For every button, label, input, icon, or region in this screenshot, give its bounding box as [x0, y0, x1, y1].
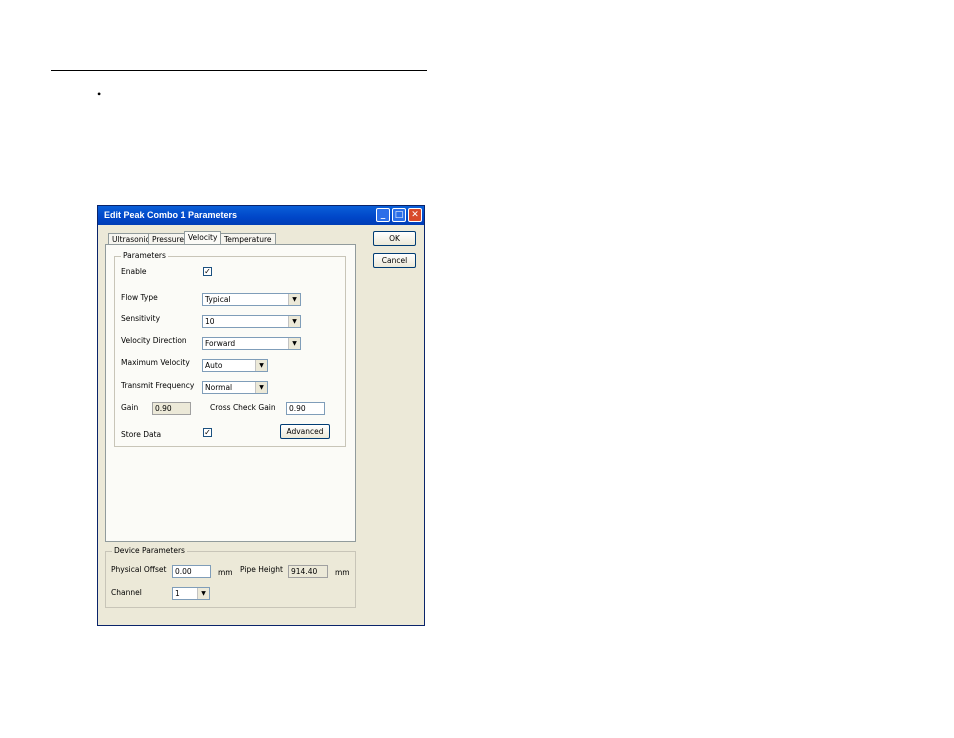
- sensitivity-label: Sensitivity: [121, 314, 161, 323]
- transmit-frequency-select[interactable]: Normal ▼: [202, 381, 268, 394]
- enable-checkbox[interactable]: ✓: [203, 267, 212, 276]
- horizontal-rule: [51, 70, 427, 71]
- physical-offset-unit: mm: [218, 568, 233, 577]
- minimize-button[interactable]: _: [376, 208, 390, 222]
- pipe-height-unit: mm: [335, 568, 350, 577]
- physical-offset-label: Physical Offset: [111, 565, 167, 574]
- parameters-group: Parameters Enable ✓ Flow Type Typical ▼ …: [114, 251, 346, 447]
- cross-check-gain-label: Cross Check Gain: [210, 403, 276, 412]
- advanced-button[interactable]: Advanced: [280, 424, 330, 439]
- channel-value: 1: [175, 589, 180, 598]
- flow-type-select[interactable]: Typical ▼: [202, 293, 301, 306]
- parameters-group-label: Parameters: [121, 251, 168, 260]
- pipe-height-field: 914.40: [288, 565, 328, 578]
- enable-label: Enable: [121, 267, 147, 276]
- maximum-velocity-select[interactable]: Auto ▼: [202, 359, 268, 372]
- close-button[interactable]: ✕: [408, 208, 422, 222]
- maximize-button[interactable]: □: [392, 208, 406, 222]
- chevron-down-icon[interactable]: ▼: [288, 294, 300, 305]
- sensitivity-value: 10: [205, 317, 215, 326]
- device-parameters-group-label: Device Parameters: [112, 546, 187, 555]
- physical-offset-input[interactable]: 0.00: [172, 565, 211, 578]
- velocity-tab-panel: Parameters Enable ✓ Flow Type Typical ▼ …: [105, 244, 356, 542]
- store-data-checkbox[interactable]: ✓: [203, 428, 212, 437]
- chevron-down-icon[interactable]: ▼: [288, 338, 300, 349]
- channel-select[interactable]: 1 ▼: [172, 587, 210, 600]
- velocity-direction-select[interactable]: Forward ▼: [202, 337, 301, 350]
- velocity-direction-value: Forward: [205, 339, 236, 348]
- title-bar[interactable]: Edit Peak Combo 1 Parameters _ □ ✕: [98, 206, 424, 225]
- chevron-down-icon[interactable]: ▼: [288, 316, 300, 327]
- chevron-down-icon[interactable]: ▼: [255, 382, 267, 393]
- velocity-direction-label: Velocity Direction: [121, 336, 187, 345]
- device-parameters-group: Device Parameters Physical Offset 0.00 m…: [105, 546, 356, 608]
- maximum-velocity-value: Auto: [205, 361, 223, 370]
- edit-parameters-dialog: Edit Peak Combo 1 Parameters _ □ ✕ Ultra…: [97, 205, 425, 626]
- cross-check-gain-input[interactable]: 0.90: [286, 402, 325, 415]
- flow-type-value: Typical: [205, 295, 231, 304]
- gain-field: 0.90: [152, 402, 191, 415]
- flow-type-label: Flow Type: [121, 293, 158, 302]
- chevron-down-icon[interactable]: ▼: [197, 588, 209, 599]
- transmit-frequency-value: Normal: [205, 383, 233, 392]
- maximum-velocity-label: Maximum Velocity: [121, 358, 190, 367]
- transmit-frequency-label: Transmit Frequency: [121, 381, 195, 390]
- pipe-height-label: Pipe Height: [240, 565, 283, 574]
- cancel-button[interactable]: Cancel: [373, 253, 416, 268]
- sensitivity-select[interactable]: 10 ▼: [202, 315, 301, 328]
- gain-label: Gain: [121, 403, 139, 412]
- ok-button[interactable]: OK: [373, 231, 416, 246]
- channel-label: Channel: [111, 588, 142, 597]
- chevron-down-icon[interactable]: ▼: [255, 360, 267, 371]
- window-title: Edit Peak Combo 1 Parameters: [104, 210, 238, 220]
- bullet-point: •: [97, 87, 102, 101]
- store-data-label: Store Data: [121, 430, 162, 439]
